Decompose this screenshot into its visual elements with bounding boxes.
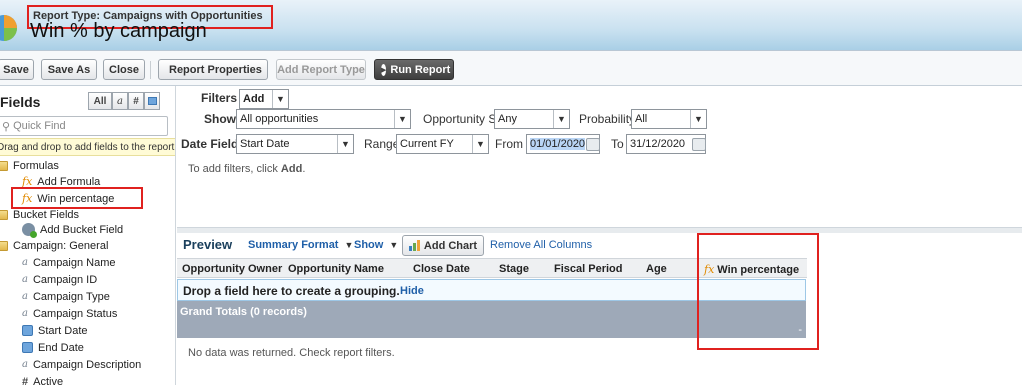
folder-icon <box>0 209 8 220</box>
report-properties-button[interactable]: Report Properties <box>158 59 268 80</box>
tree-folder-formulas[interactable]: Formulas <box>0 158 59 173</box>
text-field-icon: a <box>22 257 28 268</box>
highlight-win-percentage-column <box>697 233 819 350</box>
date-field-label: Date Field <box>181 137 239 151</box>
calendar-icon[interactable] <box>692 138 706 151</box>
number-field-icon: # <box>22 375 29 385</box>
column-header[interactable]: Stage <box>499 263 529 275</box>
play-icon: ▶ <box>381 63 387 76</box>
calendar-icon <box>147 97 157 105</box>
field-campaign-status[interactable]: a Campaign Status <box>22 306 117 321</box>
toolbar: Save Save As Close Report Properties Add… <box>0 50 1022 86</box>
bar-chart-icon <box>408 240 420 251</box>
field-campaign-type[interactable]: a Campaign Type <box>22 289 110 304</box>
column-header[interactable]: Close Date <box>413 263 470 275</box>
text-field-icon: a <box>22 359 28 370</box>
field-start-date[interactable]: Start Date <box>22 323 88 338</box>
date-field-icon <box>22 325 33 336</box>
page-title: Win % by campaign <box>30 20 207 42</box>
add-filter-hint: To add filters, click Add. <box>188 163 306 175</box>
text-field-icon: a <box>22 291 28 302</box>
chevron-down-icon: ▼ <box>337 135 353 153</box>
show-select[interactable]: All opportunities ▼ <box>236 109 411 129</box>
field-campaign-description[interactable]: a Campaign Description <box>22 357 141 372</box>
report-header: Report Type: Campaigns with Opportunitie… <box>0 0 1022 50</box>
from-label: From <box>495 137 523 151</box>
chevron-down-icon: ▼ <box>389 240 399 250</box>
field-end-date[interactable]: End Date <box>22 340 84 355</box>
text-field-icon: a <box>22 308 28 319</box>
field-active[interactable]: # Active <box>22 374 63 385</box>
preview-toolbar: Preview Summary Format ▼ Show ▼ Add Char… <box>177 233 1022 257</box>
add-report-type-button[interactable]: Add Report Type <box>276 59 366 80</box>
column-header[interactable]: Fiscal Period <box>554 263 622 275</box>
grand-totals-label: Grand Totals (0 records) <box>180 306 307 318</box>
chevron-down-icon: ▼ <box>690 110 706 128</box>
filter-text-button[interactable]: a <box>112 92 128 110</box>
field-campaign-id[interactable]: a Campaign ID <box>22 272 97 287</box>
toolbar-divider <box>150 61 151 79</box>
tree-folder-campaign-general[interactable]: Campaign: General <box>0 238 108 253</box>
calendar-icon[interactable] <box>586 138 600 151</box>
remove-all-columns-link[interactable]: Remove All Columns <box>490 239 592 251</box>
range-label: Range <box>364 137 400 151</box>
show-label: Show <box>204 112 236 126</box>
add-filter-dropdown[interactable]: Add ▼ <box>239 89 289 109</box>
probability-label: Probability <box>579 112 636 126</box>
field-campaign-name[interactable]: a Campaign Name <box>22 255 116 270</box>
chevron-down-icon: ▼ <box>472 135 488 153</box>
chevron-down-icon: ▼ <box>553 110 569 128</box>
date-field-select[interactable]: Start Date ▼ <box>236 134 354 154</box>
report-builder-logo-icon <box>0 15 17 41</box>
chevron-down-icon: ▼ <box>272 90 288 108</box>
preview-title: Preview <box>183 237 233 252</box>
date-field-icon <box>22 342 33 353</box>
save-as-button[interactable]: Save As <box>41 59 97 80</box>
grouping-hint: Drop a field here to create a grouping. <box>183 284 400 298</box>
text-field-icon: a <box>22 274 28 285</box>
add-bucket-field-item[interactable]: Add Bucket Field <box>22 222 123 238</box>
quick-find-input[interactable]: ⚲ Quick Find <box>0 116 168 136</box>
chevron-down-icon: ▼ <box>394 110 410 128</box>
save-button[interactable]: Save <box>0 59 34 80</box>
show-dropdown[interactable]: Show ▼ <box>354 239 398 251</box>
column-header[interactable]: Opportunity Name <box>288 263 384 275</box>
bucket-icon <box>22 223 37 238</box>
drag-drop-hint: Drag and drop to add fields to the repor… <box>0 138 175 156</box>
hide-link[interactable]: Hide <box>400 285 424 297</box>
no-data-message: No data was returned. Check report filte… <box>188 347 395 359</box>
column-header[interactable]: Opportunity Owner <box>182 263 282 275</box>
filters-panel: Filters Add ▼ Show All opportunities ▼ O… <box>177 86 1022 227</box>
to-label: To <box>611 137 624 151</box>
filters-label: Filters <box>201 91 238 105</box>
search-icon: ⚲ <box>2 120 11 133</box>
field-type-filter: All a # <box>88 92 160 110</box>
fields-panel: Fields All a # ⚲ Quick Find Drag and dro… <box>0 86 176 385</box>
fields-heading: Fields <box>0 94 41 110</box>
summary-format-dropdown[interactable]: Summary Format ▼ <box>248 239 353 251</box>
filter-date-button[interactable] <box>144 92 160 110</box>
filter-number-button[interactable]: # <box>128 92 144 110</box>
filter-all-button[interactable]: All <box>88 92 112 110</box>
folder-icon <box>0 160 8 171</box>
add-chart-button[interactable]: Add Chart <box>402 235 484 256</box>
close-button[interactable]: Close <box>103 59 145 80</box>
opportunity-status-select[interactable]: Any ▼ <box>494 109 570 129</box>
probability-select[interactable]: All ▼ <box>631 109 707 129</box>
column-header[interactable]: Age <box>646 263 667 275</box>
tree-folder-bucket-fields[interactable]: Bucket Fields <box>0 207 79 222</box>
folder-icon <box>0 240 8 251</box>
run-report-button[interactable]: ▶ Run Report <box>374 59 454 80</box>
range-select[interactable]: Current FY ▼ <box>396 134 489 154</box>
highlight-win-percentage-field <box>11 187 143 209</box>
chevron-down-icon: ▼ <box>344 240 354 250</box>
